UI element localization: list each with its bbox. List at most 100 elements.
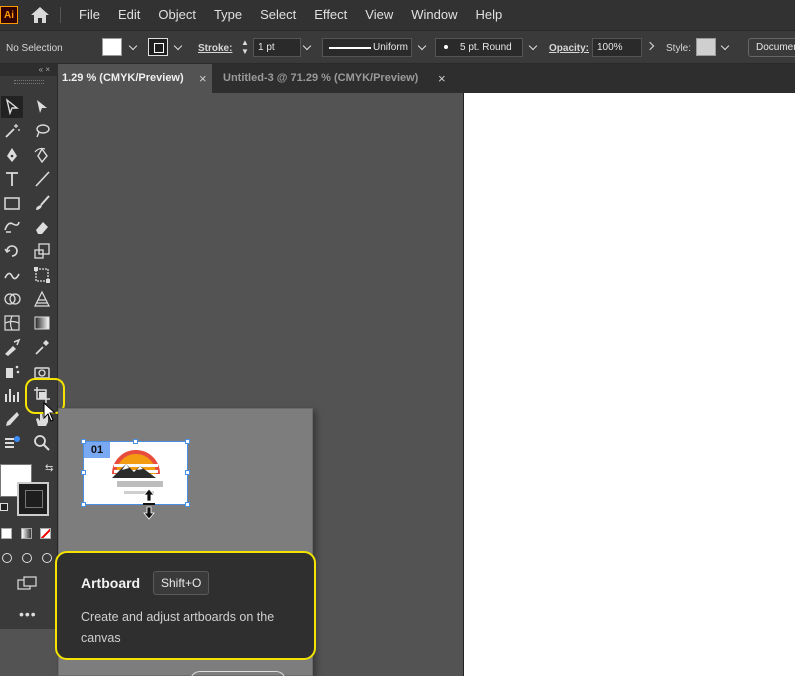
pen-nib-icon	[6, 412, 19, 426]
pencil-tool[interactable]	[1, 408, 23, 430]
gradient-tool[interactable]	[31, 312, 53, 334]
menu-help[interactable]: Help	[466, 0, 511, 30]
none-mode-icon[interactable]	[40, 528, 51, 539]
menu-type[interactable]: Type	[205, 0, 251, 30]
menu-items: File Edit Object Type Select Effect View…	[70, 0, 511, 30]
line-preview-icon	[329, 47, 371, 49]
chevron-down-icon	[417, 41, 427, 51]
chevron-right-icon	[645, 41, 655, 51]
stroke-swatch[interactable]	[148, 38, 168, 56]
magic-wand-tool[interactable]	[1, 120, 23, 142]
direct-selection-tool[interactable]	[31, 96, 53, 118]
close-icon[interactable]: ×	[438, 64, 446, 93]
opacity-field[interactable]: 100%	[592, 38, 642, 57]
fill-swatch[interactable]	[102, 38, 122, 56]
stroke-profile-label: Uniform	[373, 42, 409, 53]
learn-more-button[interactable]	[190, 671, 286, 676]
column-graph-tool[interactable]	[1, 384, 23, 406]
artboard-canvas[interactable]	[463, 93, 795, 676]
shaper-tool[interactable]	[1, 216, 23, 238]
app-logo[interactable]: Ai	[0, 6, 18, 24]
free-transform-tool[interactable]	[31, 264, 53, 286]
eyedropper-tool[interactable]	[31, 336, 53, 358]
collapse-icon: «	[38, 65, 44, 74]
toolbar-grip[interactable]	[14, 80, 44, 84]
color-theme-tool[interactable]	[1, 432, 23, 454]
brush-icon	[36, 195, 50, 210]
tab-label: Untitled-3 @ 71.29 % (CMYK/Preview)	[223, 72, 419, 84]
shape-builder-tool[interactable]	[1, 288, 23, 310]
close-icon[interactable]: ×	[199, 64, 207, 93]
lasso-tool[interactable]	[31, 120, 53, 142]
fill-dropdown[interactable]	[124, 38, 142, 57]
swap-icon[interactable]: ⇆	[45, 463, 53, 474]
mouse-cursor-icon	[43, 402, 57, 422]
warp-tool[interactable]	[1, 264, 23, 286]
home-icon[interactable]	[30, 6, 50, 24]
more-tools-icon[interactable]: •••	[19, 606, 37, 622]
menu-select[interactable]: Select	[251, 0, 305, 30]
opacity-expand[interactable]	[642, 38, 658, 57]
type-tool[interactable]	[1, 168, 23, 190]
menu-object[interactable]: Object	[149, 0, 205, 30]
curvature-tool[interactable]	[31, 144, 53, 166]
selection-tool[interactable]	[1, 96, 23, 118]
line-tool[interactable]	[31, 168, 53, 190]
scale-tool[interactable]	[31, 240, 53, 262]
stroke-profile-select[interactable]: Uniform	[322, 38, 412, 57]
stroke-color-box[interactable]	[17, 482, 49, 516]
artboard-handle	[185, 470, 190, 475]
menu-bar: Ai File Edit Object Type Select Effect V…	[0, 0, 795, 30]
stroke-weight-dropdown[interactable]	[298, 38, 316, 57]
graphic-style-swatch[interactable]	[696, 38, 716, 56]
lasso-icon	[36, 124, 50, 138]
menu-effect[interactable]: Effect	[305, 0, 356, 30]
opacity-label[interactable]: Opacity:	[549, 43, 589, 54]
gradient-mode-icon[interactable]	[21, 528, 32, 539]
menu-window[interactable]: Window	[402, 0, 466, 30]
brush-dot-icon	[444, 45, 448, 49]
document-setup-button[interactable]: Documen	[748, 38, 795, 57]
stroke-label[interactable]: Stroke:	[198, 43, 232, 54]
eraser-tool[interactable]	[31, 216, 53, 238]
menu-file[interactable]: File	[70, 0, 109, 30]
type-icon	[6, 172, 18, 186]
stroke-stepper[interactable]: ▲ ▼	[237, 38, 253, 57]
screen-mode-icon[interactable]	[17, 576, 37, 590]
tab-untitled-3[interactable]: Untitled-3 @ 71.29 % (CMYK/Preview)	[223, 64, 463, 93]
style-dropdown[interactable]	[716, 38, 734, 57]
magnifier-icon	[34, 435, 50, 451]
menu-view[interactable]: View	[356, 0, 402, 30]
mesh-tool[interactable]	[1, 312, 23, 334]
brush-select[interactable]: 5 pt. Round	[435, 38, 523, 57]
pen-tool[interactable]	[1, 144, 23, 166]
stroke-weight-field[interactable]: 1 pt	[253, 38, 301, 57]
document-tab-bar: 1.29 % (CMYK/Preview) × Untitled-3 @ 71.…	[62, 64, 795, 93]
toolbar-collapse[interactable]: « ×	[0, 64, 58, 76]
brush-dropdown[interactable]	[524, 38, 542, 57]
tab-document-active[interactable]: 1.29 % (CMYK/Preview)	[62, 64, 212, 93]
artboard-handle	[133, 439, 138, 444]
symbol-sprayer-tool[interactable]	[1, 360, 23, 382]
rotate-tool[interactable]	[1, 240, 23, 262]
draw-behind-icon[interactable]	[22, 553, 32, 563]
symbol-sprayer-icon	[6, 365, 20, 378]
stroke-profile-dropdown[interactable]	[413, 38, 431, 57]
tooltip-shortcut: Shift+O	[153, 571, 210, 595]
chevron-down-icon	[302, 41, 312, 51]
pen-icon	[7, 148, 17, 162]
draw-inside-icon[interactable]	[42, 553, 52, 563]
perspective-grid-tool[interactable]	[31, 288, 53, 310]
rectangle-tool[interactable]	[1, 192, 23, 214]
menu-edit[interactable]: Edit	[109, 0, 149, 30]
color-mode-icon[interactable]	[1, 528, 12, 539]
zoom-tool[interactable]	[31, 432, 53, 454]
blend-tool[interactable]	[1, 336, 23, 358]
default-colors-icon[interactable]	[0, 503, 8, 511]
artboard-number-badge: 01	[84, 442, 110, 458]
paintbrush-tool[interactable]	[31, 192, 53, 214]
artboard-handle	[185, 502, 190, 507]
draw-mode-icon[interactable]	[2, 553, 12, 563]
selection-status: No Selection	[6, 43, 63, 54]
stroke-color-dropdown[interactable]	[169, 38, 187, 57]
